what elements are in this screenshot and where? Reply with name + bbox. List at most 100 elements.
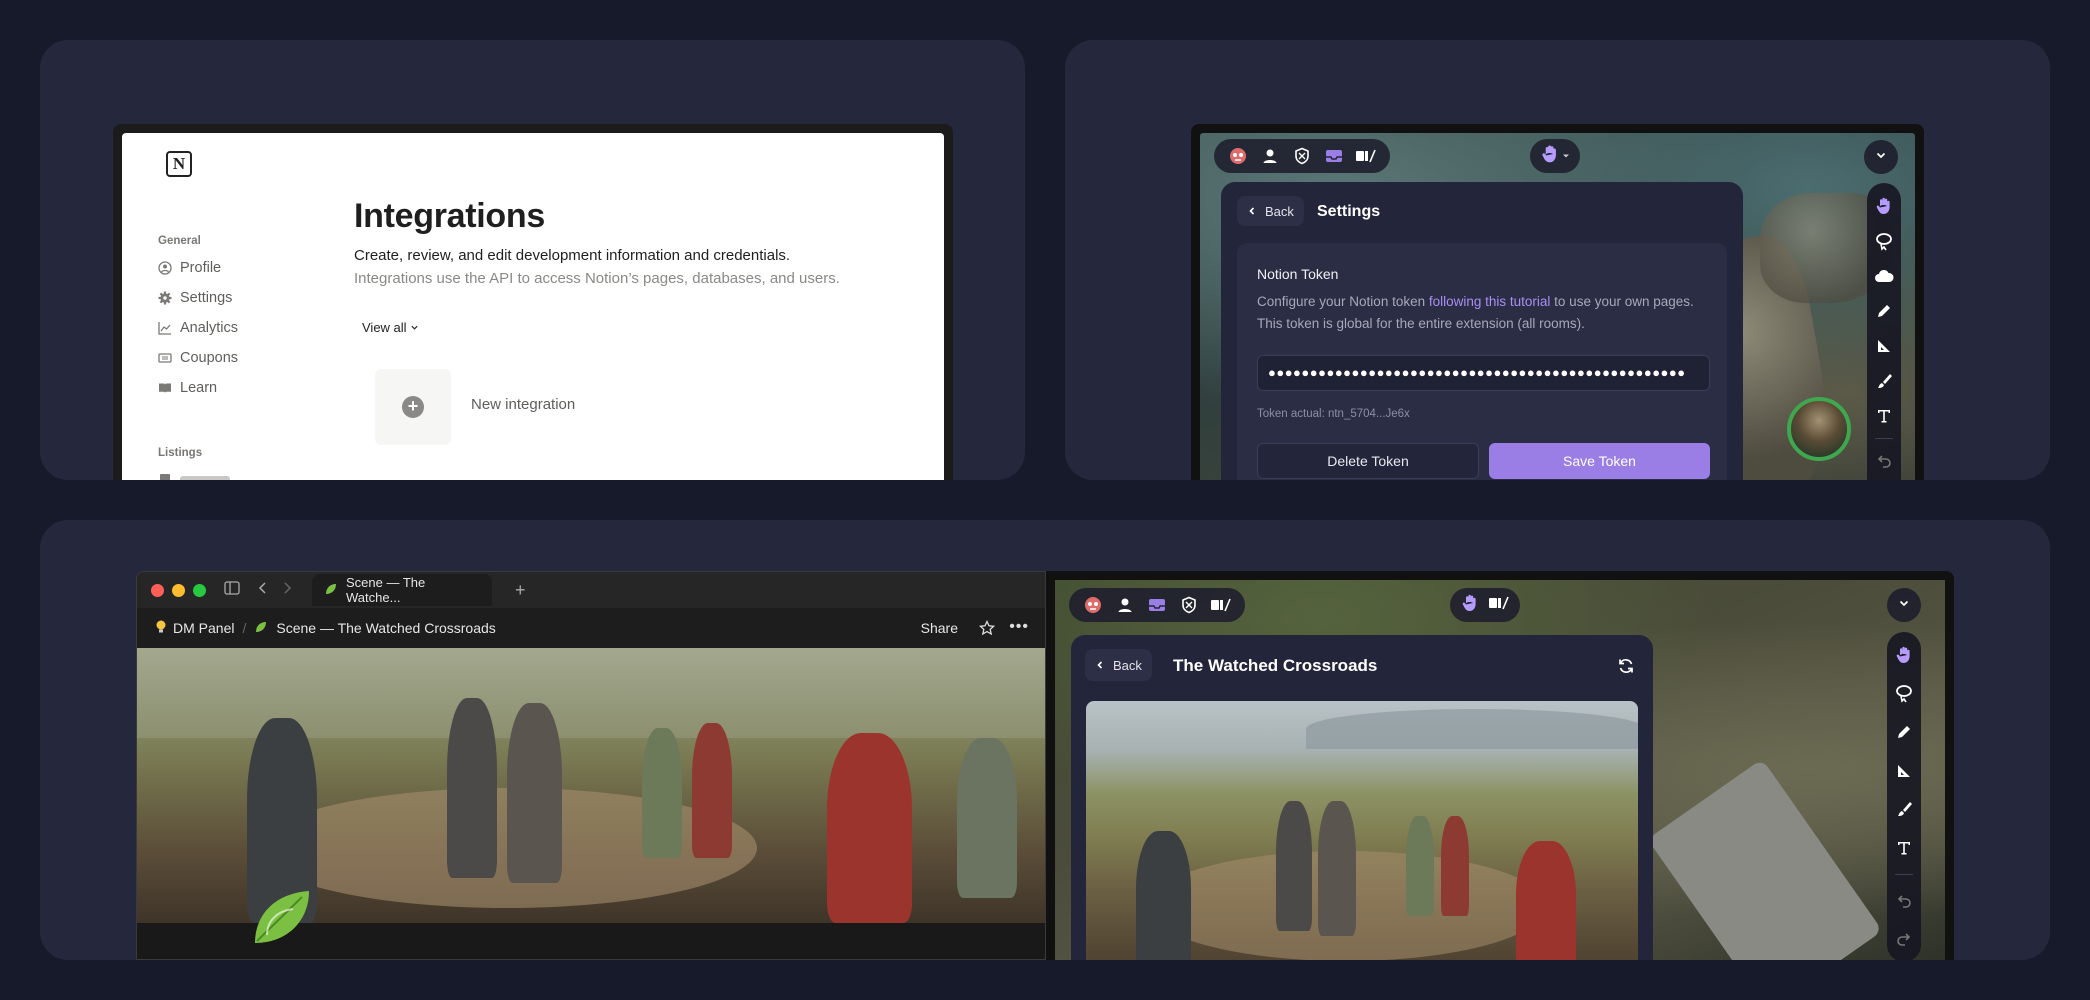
sidebar-item-profile[interactable]: Profile xyxy=(158,260,221,276)
character-token-avatar[interactable] xyxy=(1787,397,1851,461)
nav-back-icon[interactable] xyxy=(258,581,268,600)
ruler-icon[interactable] xyxy=(1891,758,1917,784)
tool-divider xyxy=(1895,873,1913,875)
brush-icon[interactable] xyxy=(1891,797,1917,823)
notion-extension-icon[interactable] xyxy=(1352,142,1380,170)
scene-mountains xyxy=(1306,709,1638,749)
view-all-dropdown[interactable]: View all xyxy=(362,320,419,335)
scene-figure xyxy=(1516,841,1576,960)
map-stone-pillar-decoration xyxy=(1647,758,1883,960)
delete-token-button[interactable]: Delete Token xyxy=(1257,443,1479,479)
sidebar-item-coupons[interactable]: Coupons xyxy=(158,350,238,366)
pencil-icon[interactable] xyxy=(1891,719,1917,745)
breadcrumb-page[interactable]: Scene — The Watched Crossroads xyxy=(276,620,495,636)
more-options-icon[interactable]: ••• xyxy=(1009,618,1029,636)
lasso-select-icon[interactable] xyxy=(1891,681,1917,707)
player-icon[interactable] xyxy=(1111,591,1139,619)
cover-figure xyxy=(827,733,912,923)
user-circle-icon xyxy=(158,261,172,275)
lightbulb-icon xyxy=(155,620,167,637)
page-leaf-emoji-icon xyxy=(247,883,317,958)
notion-showcase-panel: N General Profile Settings Analytics Cou… xyxy=(40,40,1025,480)
tutorial-link[interactable]: following this tutorial xyxy=(1429,294,1551,309)
new-integration-button[interactable]: + xyxy=(375,369,451,445)
shield-icon[interactable] xyxy=(1175,591,1203,619)
hand-icon[interactable] xyxy=(1871,193,1897,219)
redo-icon[interactable] xyxy=(1891,926,1917,952)
sidebar-item-label: Analytics xyxy=(180,320,239,336)
top-toolbar xyxy=(1214,139,1390,173)
inbox-icon[interactable] xyxy=(1143,591,1171,619)
back-label: Back xyxy=(1113,657,1142,673)
sidebar-item-analytics[interactable]: Analytics xyxy=(158,320,238,336)
tool-mode-selector[interactable] xyxy=(1530,139,1580,173)
browser-tab-active[interactable]: Scene — The Watche... xyxy=(312,574,492,606)
vtt-window-scene: Back The Watched Crossroads xyxy=(1046,571,1954,960)
star-icon[interactable] xyxy=(978,619,996,639)
collapse-toolbar-button[interactable] xyxy=(1864,140,1898,174)
owlbear-logo-icon[interactable] xyxy=(1224,142,1252,170)
tool-divider xyxy=(1875,438,1893,439)
undo-icon[interactable] xyxy=(1891,888,1917,914)
player-icon[interactable] xyxy=(1256,142,1284,170)
scene-image xyxy=(1086,701,1638,960)
cover-figure xyxy=(692,723,732,858)
notion-logo-icon[interactable]: N xyxy=(166,151,192,177)
window-minimize-button[interactable] xyxy=(172,583,185,597)
pencil-icon[interactable] xyxy=(1871,298,1897,324)
extension-settings-panel: Back Settings Notion Token Configure you… xyxy=(1065,40,2050,480)
token-input[interactable]: ●●●●●●●●●●●●●●●●●●●●●●●●●●●●●●●●●●●●●●●●… xyxy=(1257,355,1710,391)
sidebar-item-truncated[interactable] xyxy=(158,473,230,480)
sidebar-item-learn[interactable]: Learn xyxy=(158,380,217,396)
share-button[interactable]: Share xyxy=(921,620,958,636)
text-tool-icon[interactable] xyxy=(1891,835,1917,861)
leaf-icon xyxy=(324,582,338,599)
brush-icon[interactable] xyxy=(1871,368,1897,394)
cover-figure xyxy=(507,703,562,883)
notion-extension-icon xyxy=(1488,594,1510,617)
lasso-select-icon[interactable] xyxy=(1871,228,1897,254)
tool-mode-selector[interactable] xyxy=(1450,588,1520,622)
text-tool-icon[interactable] xyxy=(1871,403,1897,429)
scene-figure xyxy=(1406,816,1434,916)
new-tab-icon[interactable]: + xyxy=(515,580,526,601)
sidebar-item-label: Profile xyxy=(180,260,222,276)
back-button[interactable]: Back xyxy=(1085,649,1152,681)
page-body-dark xyxy=(137,891,1045,959)
shield-icon[interactable] xyxy=(1288,142,1316,170)
chevron-left-icon xyxy=(1247,204,1257,219)
notion-window: N General Profile Settings Analytics Cou… xyxy=(113,124,953,480)
ruler-icon[interactable] xyxy=(1871,333,1897,359)
collapse-toolbar-button[interactable] xyxy=(1887,588,1921,622)
owlbear-logo-icon[interactable] xyxy=(1079,591,1107,619)
page-title: Integrations xyxy=(354,197,545,235)
tab-title: Scene — The Watche... xyxy=(346,575,426,605)
window-close-button[interactable] xyxy=(151,583,164,597)
settings-popover: Back Settings Notion Token Configure you… xyxy=(1221,182,1743,480)
top-toolbar xyxy=(1069,588,1245,622)
back-button[interactable]: Back xyxy=(1237,196,1304,226)
window-zoom-button[interactable] xyxy=(193,583,206,597)
new-integration-label[interactable]: New integration xyxy=(471,396,575,413)
token-actual-hint: Token actual: ntn_5704...Je6x xyxy=(1257,408,1410,420)
nav-forward-icon[interactable] xyxy=(282,581,292,600)
sidebar-item-label: Learn xyxy=(180,380,218,396)
save-token-button[interactable]: Save Token xyxy=(1489,443,1710,479)
fog-cloud-icon[interactable] xyxy=(1871,263,1897,289)
breadcrumb-root[interactable]: DM Panel xyxy=(173,620,234,636)
sidebar-item-settings[interactable]: Settings xyxy=(158,290,232,306)
sidebar-toggle-icon[interactable] xyxy=(224,580,240,600)
browser-window: Scene — The Watche... + DM Panel / Scene… xyxy=(136,571,1046,960)
notion-page: N General Profile Settings Analytics Cou… xyxy=(122,133,944,480)
notion-extension-icon[interactable] xyxy=(1207,591,1235,619)
vtt-window: Back Settings Notion Token Configure you… xyxy=(1191,124,1924,480)
scene-popover: Back The Watched Crossroads xyxy=(1071,635,1653,960)
hand-icon[interactable] xyxy=(1891,642,1917,668)
plus-icon: + xyxy=(402,396,424,418)
inbox-icon[interactable] xyxy=(1320,142,1348,170)
undo-icon[interactable] xyxy=(1871,448,1897,474)
notion-topbar: DM Panel / Scene — The Watched Crossroad… xyxy=(137,608,1045,648)
token-section-title: Notion Token xyxy=(1257,266,1339,282)
refresh-icon[interactable] xyxy=(1617,657,1635,680)
chevron-down-icon xyxy=(1875,148,1887,166)
